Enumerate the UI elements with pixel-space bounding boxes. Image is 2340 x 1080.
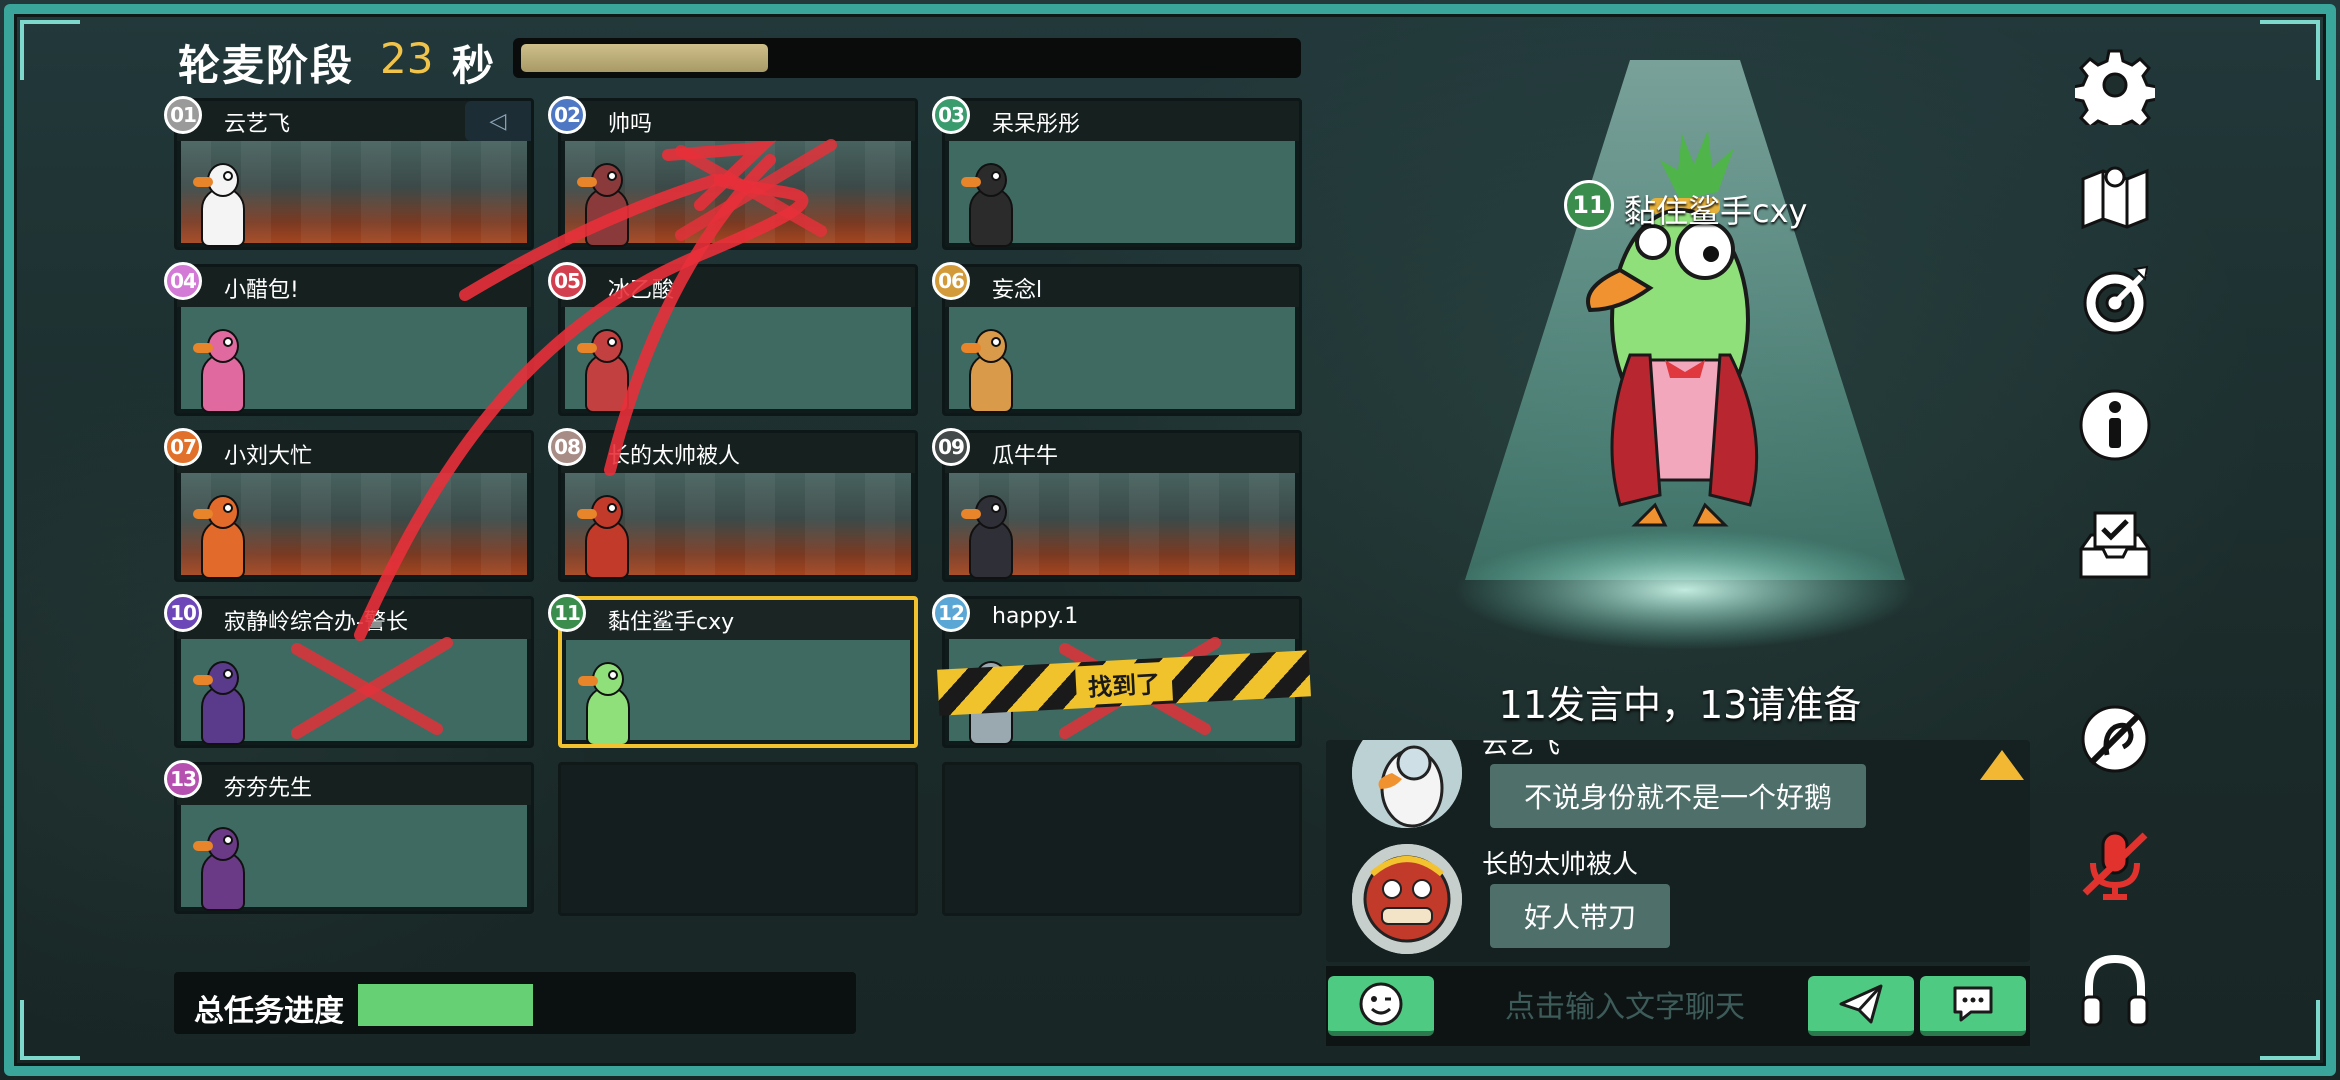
player-number-badge: 01 <box>164 96 202 134</box>
player-number-badge: 04 <box>164 262 202 300</box>
phase-timer-bar <box>513 38 1301 78</box>
player-number-badge: 13 <box>164 760 202 798</box>
player-avatar <box>577 489 637 579</box>
emoji-button[interactable] <box>1328 976 1434 1036</box>
player-avatar <box>961 157 1021 247</box>
chat-message: 云艺飞 不说身份就不是一个好鹅 <box>1326 740 2030 834</box>
target-button[interactable] <box>2070 256 2160 346</box>
quick-chat-button[interactable] <box>1920 976 2026 1036</box>
paper-plane-icon <box>1839 984 1883 1023</box>
player-name: 夯夯先生 <box>224 776 313 801</box>
smile-icon <box>1359 982 1403 1025</box>
settings-button[interactable] <box>2070 40 2160 130</box>
player-name: 黏住鲨手cxy <box>608 610 735 635</box>
phase-timer-fill <box>521 44 768 72</box>
phase-countdown: 23 <box>380 34 434 83</box>
chat-sender: 长的太帅被人 <box>1482 850 1639 880</box>
send-button[interactable] <box>1808 976 1914 1036</box>
empty-slot <box>942 762 1302 916</box>
player-number-badge: 06 <box>932 262 970 300</box>
player-number-badge: 11 <box>548 594 586 632</box>
phase-title: 轮麦阶段 <box>178 41 355 90</box>
info-button[interactable] <box>2070 380 2160 470</box>
player-avatar <box>193 323 253 413</box>
player-avatar <box>193 821 253 911</box>
chat-bubble: 好人带刀 <box>1490 884 1671 948</box>
player-name: 长的太帅被人 <box>608 444 741 469</box>
player-name: 云艺飞 <box>224 112 291 137</box>
player-number-badge: 12 <box>932 594 970 632</box>
player-name: 小醋包! <box>224 278 299 303</box>
map-button[interactable] <box>2070 150 2160 240</box>
found-label: 找到了 <box>1075 661 1173 705</box>
headphones-icon <box>2081 954 2149 1027</box>
player-number-badge: 02 <box>548 96 586 134</box>
task-check-icon <box>2079 511 2151 579</box>
chat-scroll-up-icon[interactable] <box>1980 750 2024 780</box>
player-avatar <box>193 489 253 579</box>
ear-off-icon <box>2081 705 2149 773</box>
mic-toggle-button[interactable] <box>2070 820 2160 910</box>
empty-slot <box>558 762 918 916</box>
player-number-badge: 08 <box>548 428 586 466</box>
task-list-button[interactable] <box>2070 500 2160 590</box>
player-name: 呆呆彤彤 <box>992 112 1081 137</box>
player-number-badge: 10 <box>164 594 202 632</box>
headphones-button[interactable] <box>2070 946 2160 1036</box>
player-number-badge: 05 <box>548 262 586 300</box>
map-icon <box>2081 166 2149 230</box>
player-name: 妄念l <box>992 278 1043 303</box>
player-avatar <box>961 323 1021 413</box>
info-icon <box>2079 389 2151 461</box>
player-avatar <box>577 323 637 413</box>
player-name: 瓜牛牛 <box>992 444 1059 469</box>
player-name: 冰乙酸 <box>608 278 675 303</box>
player-number-badge: 07 <box>164 428 202 466</box>
chat-sender: 云艺飞 <box>1482 740 1561 760</box>
chat-log[interactable]: 云艺飞 不说身份就不是一个好鹅 长的太帅被人 好人带刀 <box>1326 740 2030 962</box>
task-progress-fill <box>358 984 533 1026</box>
megaphone-muted-icon: ◁ <box>465 101 531 141</box>
task-progress-label: 总任务进度 <box>194 994 344 1029</box>
player-avatar <box>578 656 638 744</box>
phase-countdown-unit: 秒 <box>452 41 495 90</box>
player-number-badge: 09 <box>932 428 970 466</box>
chat-message: 长的太帅被人 好人带刀 <box>1326 844 2030 960</box>
player-number-badge: 03 <box>932 96 970 134</box>
player-avatar <box>193 157 253 247</box>
gear-icon <box>2075 49 2155 125</box>
chat-bubble: 不说身份就不是一个好鹅 <box>1490 764 1867 828</box>
player-avatar <box>961 489 1021 579</box>
speaker-name: 黏住鲨手cxy <box>1624 192 1808 230</box>
chat-bubble-icon <box>1953 986 1993 1021</box>
mic-off-icon <box>2082 831 2148 900</box>
player-name: 帅吗 <box>608 112 653 137</box>
chat-avatar <box>1352 740 1462 828</box>
player-name: 寂静岭综合办-警长 <box>224 610 408 635</box>
chat-avatar <box>1352 844 1462 954</box>
chat-input[interactable] <box>1460 976 1790 1038</box>
player-name: happy.1 <box>992 604 1079 629</box>
target-icon <box>2083 265 2149 335</box>
speak-status: 11发言中，13请准备 <box>1498 683 1862 727</box>
spotlight <box>1455 60 1915 650</box>
player-name: 小刘大忙 <box>224 444 313 469</box>
speaker-number-badge: 11 <box>1564 180 1614 230</box>
speaker-toggle-button[interactable] <box>2070 694 2160 784</box>
